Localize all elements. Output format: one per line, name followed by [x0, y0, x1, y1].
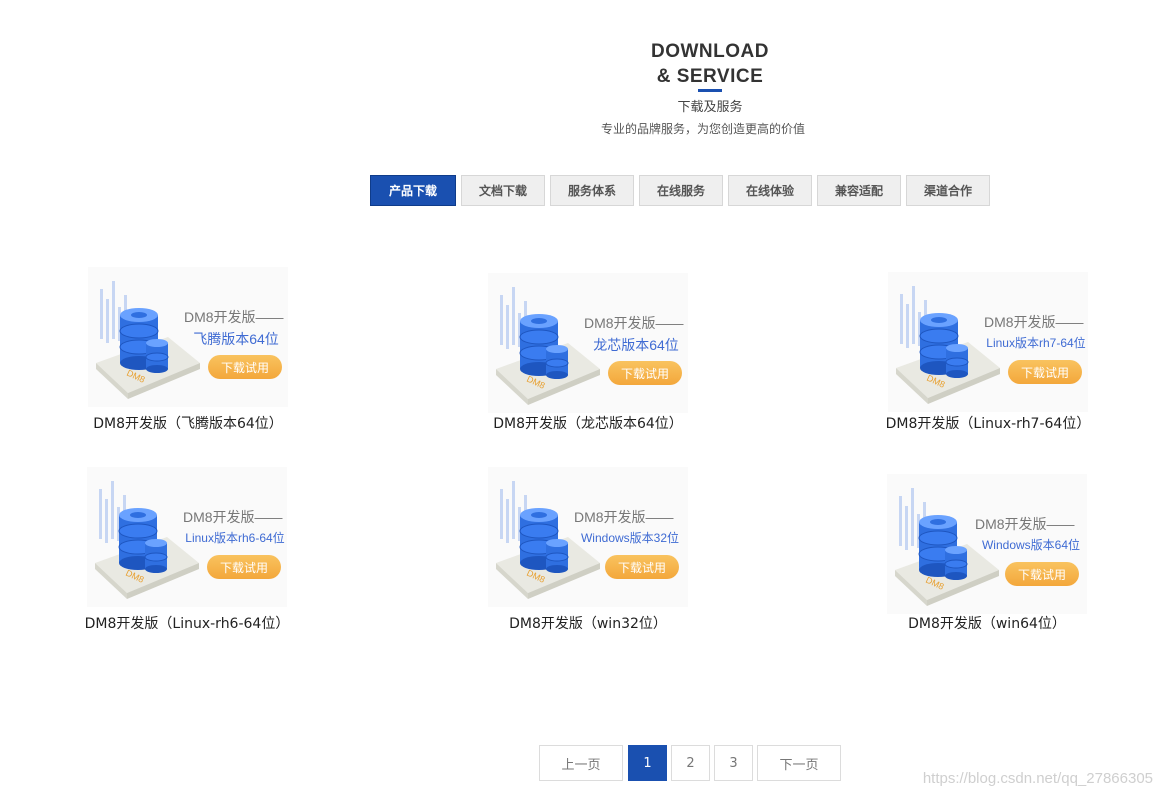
product-banner[interactable]: DM8 DM8开发版—— 龙芯版本64位 下载试用 — [488, 273, 688, 413]
product-banner[interactable]: DM8 DM8开发版—— 飞腾版本64位 下载试用 — [88, 267, 288, 407]
product-caption[interactable]: DM8开发版（龙芯版本64位） — [428, 413, 748, 433]
banner-variant: Linux版本rh7-64位 — [986, 336, 1086, 350]
product-caption[interactable]: DM8开发版（飞腾版本64位） — [28, 413, 348, 433]
download-trial-button[interactable]: 下载试用 — [605, 555, 679, 579]
prev-page-button[interactable]: 上一页 — [539, 745, 623, 781]
service-tabs: 产品下载 文档下载 服务体系 在线服务 在线体验 兼容适配 渠道合作 — [370, 175, 990, 206]
tab-product-download[interactable]: 产品下载 — [370, 175, 456, 206]
banner-variant: 飞腾版本64位 — [193, 331, 279, 347]
tab-document-download[interactable]: 文档下载 — [461, 175, 545, 206]
tab-service-system[interactable]: 服务体系 — [550, 175, 634, 206]
section-slogan: 专业的品牌服务，为您创造更高的价值 — [600, 122, 805, 136]
title-underline — [698, 89, 722, 92]
download-trial-button[interactable]: 下载试用 — [207, 555, 281, 579]
product-banner[interactable]: DM8 DM8开发版—— Linux版本rh7-64位 下载试用 — [888, 272, 1088, 412]
banner-title: DM8开发版—— — [574, 509, 674, 525]
pagination: 上一页 1 2 3 下一页 — [539, 745, 841, 781]
tab-online-service[interactable]: 在线服务 — [639, 175, 723, 206]
banner-title: DM8开发版—— — [184, 309, 284, 325]
download-trial-button[interactable]: 下载试用 — [208, 355, 282, 379]
download-trial-button[interactable]: 下载试用 — [1008, 360, 1082, 384]
watermark: https://blog.csdn.net/qq_27866305 — [922, 770, 1153, 787]
product-caption[interactable]: DM8开发版（Linux-rh6-64位） — [27, 613, 347, 633]
banner-variant: Linux版本rh6-64位 — [185, 531, 285, 545]
product-banner[interactable]: DM8 DM8开发版—— Windows版本64位 下载试用 — [887, 474, 1087, 614]
section-subtitle: 下载及服务 — [677, 100, 743, 115]
tab-compatibility[interactable]: 兼容适配 — [817, 175, 901, 206]
banner-variant: Windows版本32位 — [580, 531, 680, 545]
banner-variant: Windows版本64位 — [981, 538, 1081, 552]
product-caption[interactable]: DM8开发版（win32位） — [428, 613, 748, 633]
banner-title: DM8开发版—— — [584, 315, 684, 331]
download-trial-button[interactable]: 下载试用 — [1005, 562, 1079, 586]
banner-variant: 龙芯版本64位 — [593, 337, 679, 353]
product-banner[interactable]: DM8 DM8开发版—— Linux版本rh6-64位 下载试用 — [87, 467, 287, 607]
section-title-line2: & SERVICE — [656, 66, 764, 87]
section-title-line1: DOWNLOAD — [651, 41, 769, 62]
page-button-2[interactable]: 2 — [671, 745, 710, 781]
product-banner[interactable]: DM8 DM8开发版—— Windows版本32位 下载试用 — [488, 467, 688, 607]
download-trial-button[interactable]: 下载试用 — [608, 361, 682, 385]
page-button-1[interactable]: 1 — [628, 745, 667, 781]
banner-title: DM8开发版—— — [183, 509, 283, 525]
page-button-3[interactable]: 3 — [714, 745, 753, 781]
tab-online-experience[interactable]: 在线体验 — [728, 175, 812, 206]
tab-channel-cooperation[interactable]: 渠道合作 — [906, 175, 990, 206]
product-caption[interactable]: DM8开发版（Linux-rh7-64位） — [828, 413, 1148, 433]
product-caption[interactable]: DM8开发版（win64位） — [827, 613, 1147, 633]
banner-title: DM8开发版—— — [984, 314, 1084, 330]
banner-title: DM8开发版—— — [975, 516, 1075, 532]
next-page-button[interactable]: 下一页 — [757, 745, 841, 781]
